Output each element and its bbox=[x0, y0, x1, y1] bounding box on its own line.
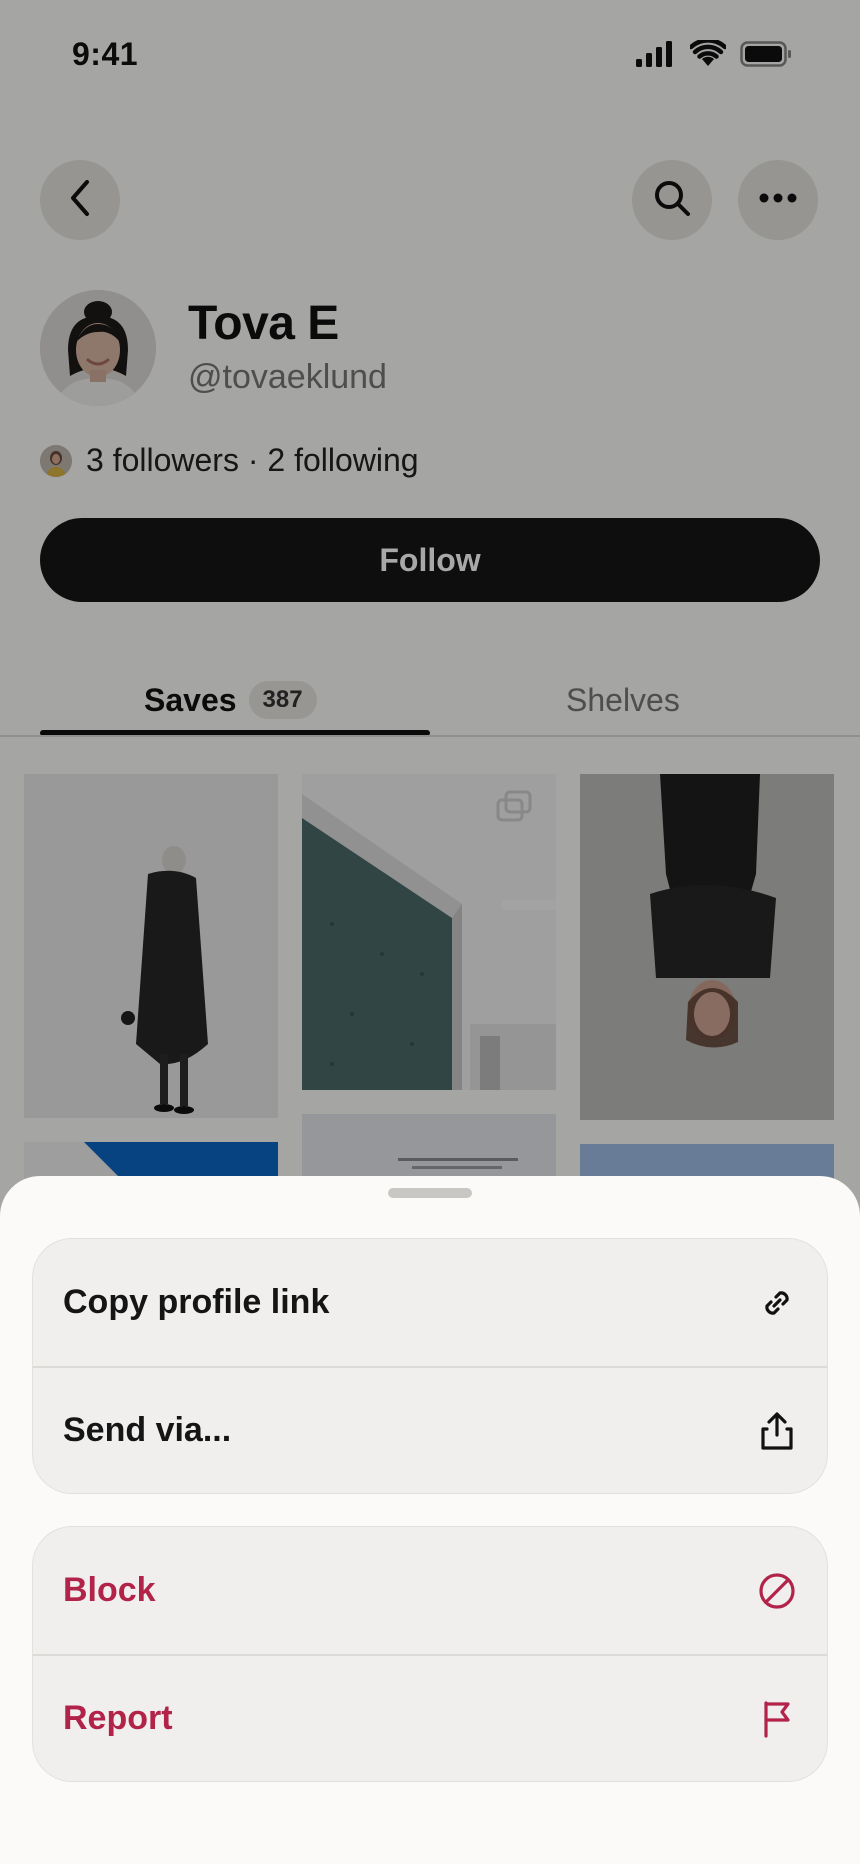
share-icon bbox=[757, 1411, 797, 1451]
block-item[interactable]: Block bbox=[33, 1527, 827, 1654]
block-label: Block bbox=[63, 1571, 156, 1609]
report-label: Report bbox=[63, 1699, 173, 1737]
profile-screen: 9:41 Tova E @tovaeklund 3 followers · 2 … bbox=[0, 0, 860, 1864]
safety-actions-group: Block Report bbox=[32, 1526, 828, 1782]
copy-profile-link-item[interactable]: Copy profile link bbox=[33, 1239, 827, 1366]
link-icon bbox=[757, 1283, 797, 1323]
sheet-grabber[interactable] bbox=[388, 1188, 472, 1198]
send-via-item[interactable]: Send via... bbox=[33, 1366, 827, 1493]
share-actions-group: Copy profile link Send via... bbox=[32, 1238, 828, 1494]
copy-profile-link-label: Copy profile link bbox=[63, 1283, 330, 1321]
send-via-label: Send via... bbox=[63, 1411, 232, 1449]
action-sheet: Copy profile link Send via... Block Repo… bbox=[0, 1176, 860, 1864]
flag-icon bbox=[757, 1699, 797, 1739]
block-icon bbox=[757, 1571, 797, 1611]
report-item[interactable]: Report bbox=[33, 1654, 827, 1781]
